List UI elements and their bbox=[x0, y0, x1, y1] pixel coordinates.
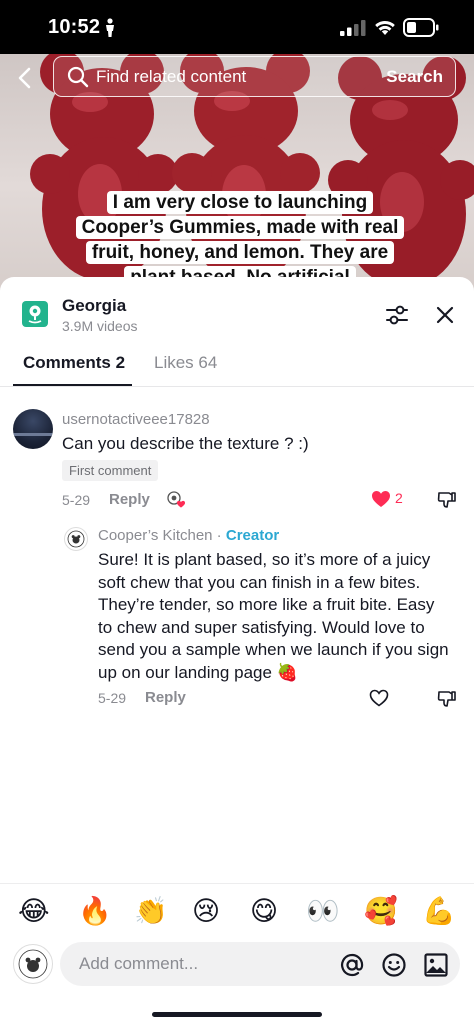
reply-author-separator: · bbox=[212, 527, 226, 544]
tab-likes[interactable]: Likes 64 bbox=[154, 353, 217, 373]
emoji-love[interactable]: 🥰 bbox=[364, 897, 398, 927]
comments-sheet: Georgia 3.9M videos Comments 2 Likes 64 … bbox=[0, 277, 474, 1026]
location-video-count: 3.9M videos bbox=[62, 318, 138, 334]
video-caption: I am very close to launching Cooper’s Gu… bbox=[70, 190, 410, 290]
active-tab-indicator bbox=[13, 384, 132, 386]
emoji-fire[interactable]: 🔥 bbox=[78, 897, 112, 927]
emoji-yum[interactable]: 😋 bbox=[250, 897, 278, 927]
user-avatar[interactable] bbox=[13, 944, 53, 984]
reply-username[interactable]: Cooper’s Kitchen · Creator bbox=[98, 527, 279, 544]
comment-tabs: Comments 2 Likes 64 bbox=[0, 343, 474, 387]
search-button[interactable]: Search bbox=[386, 67, 443, 87]
back-arrow-icon[interactable] bbox=[14, 66, 36, 90]
image-upload-icon[interactable] bbox=[423, 952, 449, 978]
cellular-signal-icon bbox=[340, 20, 366, 36]
emoji-clap[interactable]: 👏 bbox=[134, 897, 168, 927]
emoji-eyes[interactable]: 👀 bbox=[306, 897, 340, 927]
status-time: 10:52 bbox=[48, 16, 101, 38]
like-count: 2 bbox=[395, 490, 403, 506]
location-pin-icon[interactable] bbox=[22, 301, 48, 327]
dislike-icon[interactable] bbox=[437, 490, 457, 510]
dislike-icon[interactable] bbox=[437, 689, 457, 709]
close-icon[interactable] bbox=[436, 306, 454, 324]
person-icon bbox=[106, 18, 114, 37]
emoji-picker-icon[interactable] bbox=[381, 952, 407, 978]
video-caption-text: I am very close to launching Cooper’s Gu… bbox=[75, 191, 405, 289]
comment-input-placeholder[interactable]: Add comment... bbox=[79, 954, 198, 974]
creator-liked-icon bbox=[167, 491, 186, 508]
wifi-icon bbox=[375, 20, 395, 35]
reply-date: 5-29 bbox=[98, 690, 127, 706]
comment-username[interactable]: usernotactiveee17828 bbox=[62, 411, 210, 428]
search-icon bbox=[67, 66, 89, 88]
like-heart-icon[interactable] bbox=[371, 490, 391, 508]
tab-comments[interactable]: Comments 2 bbox=[23, 353, 125, 373]
reply-button[interactable]: Reply bbox=[109, 491, 150, 508]
comment-date: 5-29 bbox=[62, 492, 91, 508]
mention-at-icon[interactable] bbox=[339, 952, 365, 978]
comment-input[interactable]: Add comment... bbox=[60, 942, 460, 986]
reply-text[interactable]: Sure! It is plant based, so it’s more of… bbox=[98, 549, 452, 684]
battery-icon bbox=[403, 18, 439, 37]
location-title[interactable]: Georgia bbox=[62, 296, 126, 316]
emoji-crying[interactable]: 😢 bbox=[192, 897, 220, 927]
status-bar: 10:52 bbox=[0, 0, 474, 54]
home-indicator bbox=[152, 1012, 322, 1017]
reply-author-name[interactable]: Cooper’s Kitchen bbox=[98, 527, 213, 544]
emoji-muscle[interactable]: 💪 bbox=[422, 897, 456, 927]
first-comment-badge: First comment bbox=[62, 460, 159, 481]
comment-text[interactable]: Can you describe the texture ? :) bbox=[62, 434, 309, 454]
creator-tag: Creator bbox=[225, 527, 280, 544]
search-bar[interactable]: Find related content Search bbox=[53, 56, 456, 97]
creator-avatar[interactable] bbox=[64, 527, 88, 551]
avatar[interactable] bbox=[13, 409, 53, 449]
emoji-quick-bar: 😂 🔥 👏 😢 😋 👀 🥰 💪 bbox=[0, 883, 474, 941]
like-heart-outline-icon[interactable] bbox=[369, 689, 389, 707]
emoji-laughing[interactable]: 😂 bbox=[18, 897, 50, 927]
filter-sliders-icon[interactable] bbox=[385, 304, 409, 326]
search-input[interactable]: Find related content bbox=[96, 67, 246, 87]
reply-button[interactable]: Reply bbox=[145, 689, 186, 706]
